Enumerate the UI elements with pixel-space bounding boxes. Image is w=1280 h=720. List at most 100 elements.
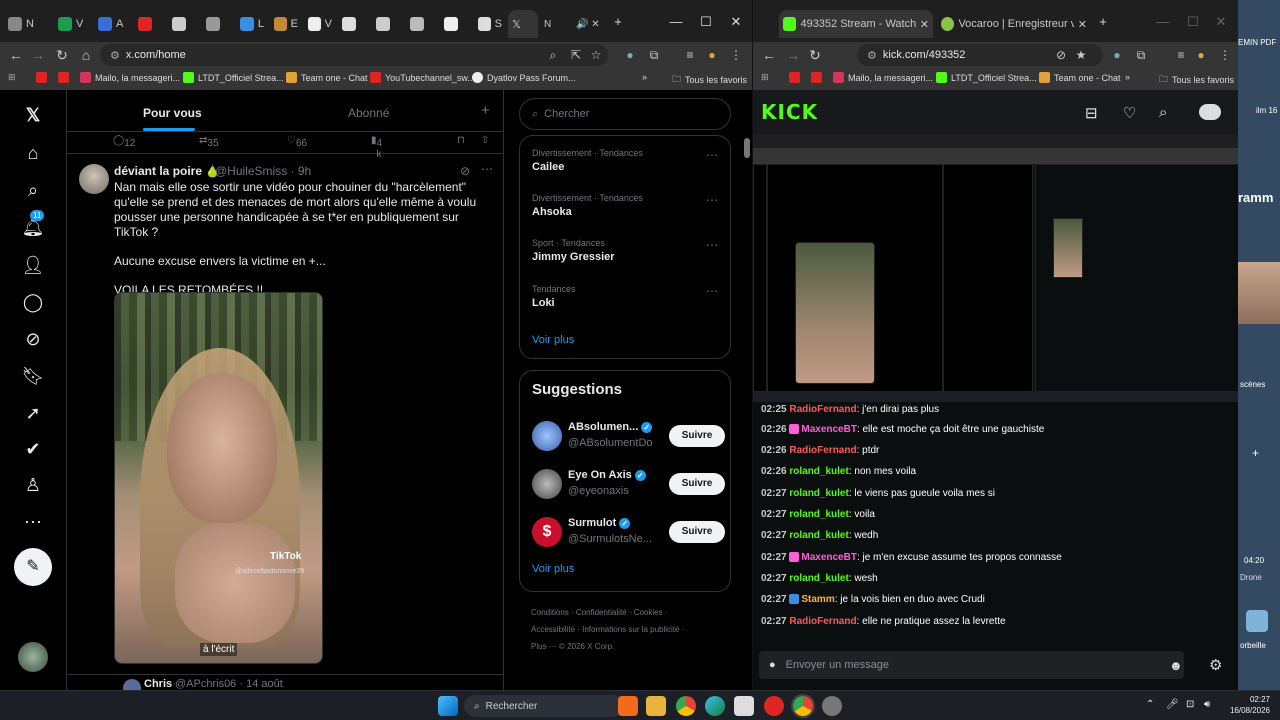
menu-icon[interactable]: ⋮ <box>728 47 744 63</box>
reply-count[interactable]: ◯ 12 <box>113 135 135 149</box>
home-icon[interactable]: ⌂ <box>74 47 98 63</box>
add-tab-icon[interactable]: + <box>481 102 490 119</box>
grok-tweet-icon[interactable]: ⊘ <box>460 164 470 178</box>
chat-message[interactable]: 02:26 roland_kulet: non mes voila <box>761 466 916 477</box>
tab-following[interactable]: Abonné <box>348 106 389 120</box>
tab-1[interactable]: N <box>4 10 52 38</box>
suggestion-item[interactable]: Eye On Axis ✓ @eyeonaxis Suivre <box>532 465 725 505</box>
right-bookmark-youtube-2[interactable] <box>811 72 822 83</box>
tab-3[interactable]: A <box>94 10 132 38</box>
profile-icon[interactable]: ♙ <box>20 472 46 498</box>
explore-icon[interactable]: ⌕ <box>20 177 46 203</box>
chat-message[interactable]: 02:27 roland_kulet: wesh <box>761 573 878 584</box>
bookmark-tweet-icon[interactable]: ⊓ <box>457 135 465 146</box>
new-tab-button[interactable]: + <box>608 14 628 29</box>
tab-6[interactable] <box>202 10 234 38</box>
bookmark-youtube-2[interactable] <box>58 72 69 83</box>
search-input[interactable]: ⌕ Chercher <box>519 98 731 130</box>
trend-item[interactable]: Tendances Loki <box>532 284 576 309</box>
bookmark-star-icon[interactable]: ☆ <box>588 47 604 63</box>
microphone-icon[interactable]: 🎤︎ <box>1166 699 1179 710</box>
stream-video-player[interactable] <box>753 134 1239 402</box>
follow-button[interactable]: Suivre <box>669 521 725 543</box>
right-extensions-icon[interactable]: ⧉ <box>1133 47 1149 63</box>
follow-button[interactable]: Suivre <box>669 425 725 447</box>
trend-item[interactable]: Divertissement · Tendances Ahsoka <box>532 193 643 218</box>
desktop-file-label[interactable]: ilm 16 <box>1256 106 1277 115</box>
trend-more-icon[interactable]: ⋯ <box>706 238 718 252</box>
next-tweet-name[interactable]: Chris <box>144 678 172 690</box>
media-icon[interactable]: ≡ <box>682 47 698 63</box>
suggestion-item[interactable]: ABsolumen... ✓ @ABsolumentDo Suivre <box>532 417 725 457</box>
trend-more-icon[interactable]: ⋯ <box>706 193 718 207</box>
right-new-tab-button[interactable]: + <box>1093 14 1113 29</box>
tab-17[interactable]: 🔊 ✕ <box>572 10 606 38</box>
right-bookmark-star-icon[interactable]: ★ <box>1073 47 1089 63</box>
chat-settings-icon[interactable]: ⚙ <box>1209 656 1222 674</box>
tab-8[interactable]: E <box>270 10 302 38</box>
chat-message[interactable]: 02:27 Stamm: je la vois bien en duo avec… <box>761 594 985 605</box>
repost-count[interactable]: ⇄ 35 <box>199 135 219 149</box>
right-bookmark-mailo[interactable]: Mailo, la messageri... <box>833 72 933 83</box>
right-back-icon[interactable]: ← <box>757 47 781 63</box>
right-apps-icon[interactable]: ⊞ <box>761 72 769 83</box>
chat-message[interactable]: 02:27 roland_kulet: le viens pas gueule … <box>761 488 995 499</box>
follow-icon[interactable]: 👤︎ <box>20 252 46 278</box>
tweet-author-name[interactable]: déviant la poire 🍐 <box>114 164 220 178</box>
desktop-file-label[interactable]: Drone <box>1240 573 1262 582</box>
taskbar-search[interactable]: ⌕ Rechercher <box>464 695 624 717</box>
chat-message[interactable]: 02:27 roland_kulet: wedh <box>761 530 878 541</box>
kick-user-avatar[interactable] <box>1199 104 1221 120</box>
suggestions-show-more-link[interactable]: Voir plus <box>532 563 574 575</box>
tab-10[interactable] <box>338 10 370 38</box>
bookmark-youtube[interactable] <box>36 72 47 83</box>
right-minimize-button[interactable]: — <box>1153 14 1173 29</box>
tweet[interactable]: déviant la poire 🍐 @HuileSmiss · 9h ⊘ ⋯ … <box>67 154 503 674</box>
trend-item[interactable]: Divertissement · Tendances Cailee <box>532 148 643 173</box>
chat-message[interactable]: 02:27 roland_kulet: voila <box>761 509 875 520</box>
profile-avatar[interactable]: ● <box>704 47 720 63</box>
tab-active-x[interactable]: 𝕏 <box>508 10 538 38</box>
suggestion-avatar[interactable] <box>532 469 562 499</box>
right-extension-icon[interactable]: ● <box>1109 47 1125 63</box>
emoji-icon[interactable]: ☻ <box>1169 658 1183 673</box>
forward-icon[interactable]: → <box>26 47 50 63</box>
suggestion-avatar[interactable] <box>532 421 562 451</box>
footer-line-1[interactable]: Conditions · Confidentialité · Cookies · <box>531 608 731 617</box>
bookmark-kick[interactable]: LTDT_Officiel Strea... <box>183 72 284 83</box>
tab-12[interactable] <box>406 10 438 38</box>
zoom-icon[interactable]: ⌕ <box>545 47 561 63</box>
brave-icon[interactable] <box>618 696 638 716</box>
right-reload-icon[interactable]: ↻ <box>803 47 827 64</box>
bookmark-team-one[interactable]: Team one - Chat <box>286 72 368 83</box>
right-media-icon[interactable]: ≡ <box>1173 47 1189 63</box>
grok-icon[interactable]: ⊘ <box>20 326 46 352</box>
like-count[interactable]: ♡ 66 <box>287 135 307 149</box>
apps-icon[interactable]: ⊞ <box>8 72 16 83</box>
right-profile-avatar[interactable]: ● <box>1193 47 1209 63</box>
trend-more-icon[interactable]: ⋯ <box>706 284 718 298</box>
compose-post-button[interactable]: ✎ <box>14 548 52 586</box>
opera-icon[interactable] <box>764 696 784 716</box>
extensions-icon[interactable]: ⧉ <box>646 47 662 63</box>
right-bookmark-kick[interactable]: LTDT_Officiel Strea... <box>936 72 1037 83</box>
reload-icon[interactable]: ↻ <box>50 47 74 64</box>
app-icon-2[interactable] <box>822 696 842 716</box>
view-count[interactable]: ▮ 4 k <box>371 135 382 160</box>
bookmark-youtubechannel[interactable]: YouTubechannel_sw... <box>370 72 475 83</box>
tab-9[interactable]: V <box>304 10 336 38</box>
trends-show-more-link[interactable]: Voir plus <box>532 334 574 346</box>
tab-7[interactable]: L <box>236 10 268 38</box>
tab-for-you[interactable]: Pour vous <box>143 106 202 120</box>
notifications-icon[interactable]: 🔔︎ 11 <box>20 210 46 240</box>
chat-message[interactable]: 02:26 RadioFernand: ptdr <box>761 445 879 456</box>
right-bookmark-team-one[interactable]: Team one - Chat <box>1039 72 1121 83</box>
recycle-bin-icon[interactable] <box>1246 610 1268 632</box>
share-icon[interactable]: ⇧ <box>481 135 489 146</box>
chat-message[interactable]: 02:26 MaxenceBT: elle est moche ça doit … <box>761 424 1044 435</box>
desktop-file-label[interactable]: EMIN PDF <box>1238 38 1276 47</box>
bookmarks-overflow-icon[interactable]: » <box>642 72 647 82</box>
chrome-active-icon[interactable] <box>791 694 815 718</box>
right-close-button[interactable]: ✕ <box>1211 14 1231 30</box>
kick-search-icon[interactable]: ⌕ <box>1159 104 1167 121</box>
